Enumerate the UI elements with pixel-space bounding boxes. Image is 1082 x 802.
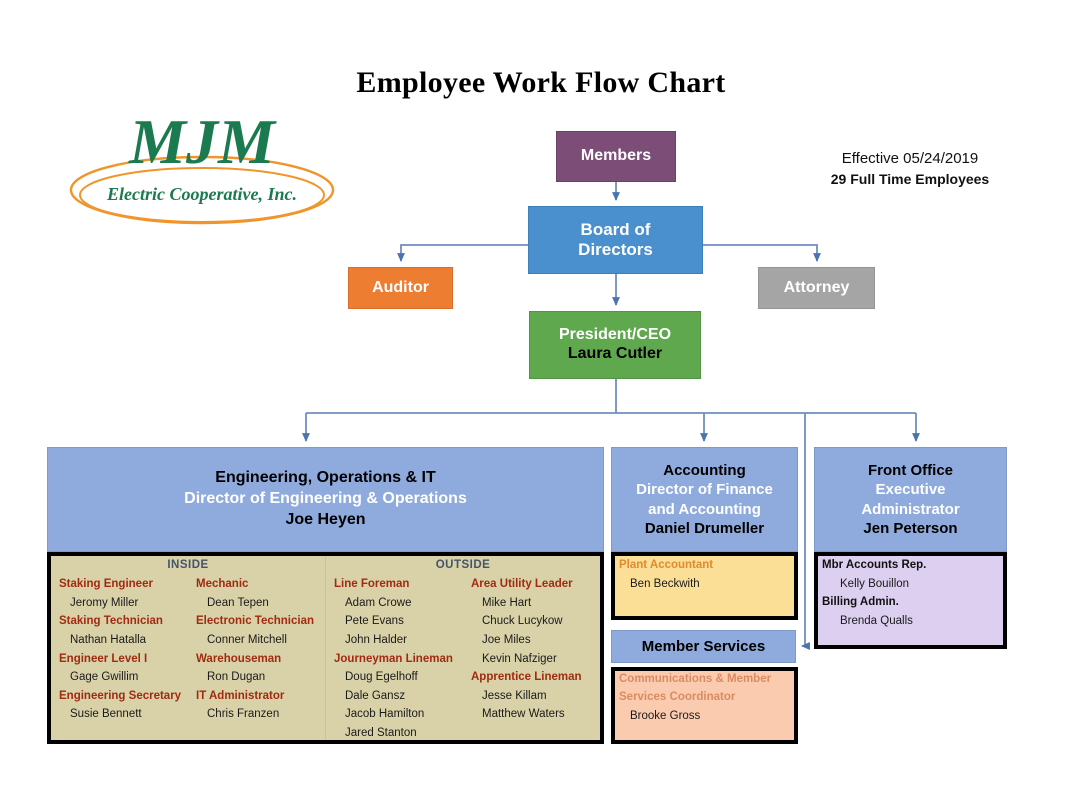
role-title: Line Foreman — [334, 578, 410, 590]
node-auditor[interactable]: Auditor — [348, 267, 453, 309]
staff-name: Pete Evans — [345, 615, 404, 628]
role-title: Journeyman Lineman — [334, 652, 453, 665]
node-attorney[interactable]: Attorney — [758, 267, 875, 309]
node-member-services-label: Member Services — [641, 637, 766, 655]
company-logo: MJM Electric Cooperative, Inc. — [62, 108, 342, 230]
dept-engineering-staff-panel: INSIDE Staking Engineer Jeromy Miller St… — [47, 552, 604, 744]
outside-header: OUTSIDE — [435, 559, 491, 571]
staff-name: Nathan Hatalla — [70, 633, 147, 646]
role-title: Area Utility Leader — [471, 578, 573, 590]
node-ceo-name: Laura Cutler — [567, 345, 663, 362]
staff-name: Dean Tepen — [207, 596, 269, 609]
staff-name: Doug Egelhoff — [345, 671, 418, 684]
node-ceo-title: President/CEO — [558, 326, 672, 344]
node-attorney-label: Attorney — [783, 278, 850, 296]
node-auditor-label: Auditor — [372, 278, 429, 296]
dept-front-office-staff-panel: Mbr Accounts Rep. Kelly Bouillon Billing… — [814, 552, 1007, 649]
staff-name: Chris Franzen — [207, 708, 280, 721]
dept-engineering-header[interactable]: Engineering, Operations & IT Director of… — [47, 447, 604, 552]
node-board-label-line1: Board of — [580, 219, 651, 239]
staff-name: Dale Gansz — [345, 689, 406, 702]
page-title: Employee Work Flow Chart — [356, 66, 726, 99]
dept-engineering-role: Director of Engineering & Operations — [184, 490, 467, 508]
staff-name: Susie Bennett — [70, 708, 142, 721]
outside-column-1: Line Foreman Adam Crowe Pete Evans John … — [326, 575, 463, 743]
staff-name: Ben Beckwith — [630, 577, 700, 590]
outside-column-2: Area Utility Leader Mike Hart Chuck Lucy… — [463, 575, 600, 743]
dept-front-office-title: Front Office — [868, 461, 953, 479]
role-title: Billing Admin. — [822, 596, 899, 609]
node-members-label: Members — [580, 147, 652, 165]
staff-name: Mike Hart — [482, 596, 532, 609]
staff-name: Ron Dugan — [207, 671, 266, 684]
inside-section: INSIDE Staking Engineer Jeromy Miller St… — [51, 556, 326, 740]
dept-accounting-staff-panel: Plant Accountant Ben Beckwith — [611, 552, 798, 620]
role-title-line1: Communications & Member — [619, 673, 772, 685]
role-title-line2: Services Coordinator — [619, 690, 736, 703]
staff-name: Kelly Bouillon — [840, 577, 910, 590]
inside-column-1: Staking Engineer Jeromy Miller Staking T… — [51, 575, 188, 724]
staff-name: Kevin Nafziger — [482, 652, 557, 665]
dept-engineering-title: Engineering, Operations & IT — [215, 469, 436, 487]
staff-name: Jeromy Miller — [70, 596, 139, 609]
dept-front-office-name: Jen Peterson — [863, 520, 958, 537]
dept-accounting-role-line2: and Accounting — [648, 500, 761, 518]
role-title: Warehouseman — [196, 652, 282, 665]
node-members[interactable]: Members — [556, 131, 676, 182]
staff-name: Jacob Hamilton — [345, 708, 425, 721]
node-board-label-line2: Directors — [578, 240, 653, 259]
role-title: IT Administrator — [196, 689, 285, 702]
dept-accounting-header[interactable]: Accounting Director of Finance and Accou… — [611, 447, 798, 552]
outside-section: OUTSIDE Line Foreman Adam Crowe Pete Eva… — [326, 556, 600, 740]
inside-header: INSIDE — [167, 559, 209, 571]
role-title: Plant Accountant — [619, 559, 714, 571]
role-title: Engineer Level I — [59, 652, 148, 665]
role-title: Staking Engineer — [59, 578, 153, 590]
staff-name: Gage Gwillim — [70, 671, 139, 684]
dept-front-office-header[interactable]: Front Office Executive Administrator Jen… — [814, 447, 1007, 552]
dept-accounting-name: Daniel Drumeller — [644, 520, 765, 537]
staff-name: Chuck Lucykow — [482, 615, 563, 628]
staff-name: Adam Crowe — [345, 596, 412, 609]
node-president-ceo[interactable]: President/CEO Laura Cutler — [529, 311, 701, 379]
role-title: Engineering Secretary — [59, 689, 182, 702]
logo-tagline: Electric Cooperative, Inc. — [107, 184, 297, 204]
staff-name: Brenda Qualls — [840, 614, 913, 627]
staff-name: Joe Miles — [482, 633, 531, 646]
role-title: Apprentice Lineman — [471, 671, 582, 684]
dept-accounting-title: Accounting — [663, 461, 746, 479]
staff-name: Jesse Killam — [482, 689, 547, 702]
employee-count: 29 Full Time Employees — [830, 171, 990, 187]
node-member-services[interactable]: Member Services — [611, 630, 796, 663]
role-title: Mechanic — [196, 578, 249, 590]
staff-name: Brooke Gross — [630, 709, 701, 722]
effective-note: Effective 05/24/2019 29 Full Time Employ… — [790, 150, 1030, 187]
staff-name: Jared Stanton — [345, 727, 417, 739]
logo-wordmark: MJM — [129, 106, 275, 177]
chart-canvas: Employee Work Flow Chart MJM Electric Co… — [0, 0, 1082, 802]
inside-column-2: Mechanic Dean Tepen Electronic Technicia… — [188, 575, 325, 724]
node-board-of-directors[interactable]: Board of Directors — [528, 206, 703, 274]
effective-date: Effective 05/24/2019 — [841, 150, 979, 167]
staff-name: Matthew Waters — [482, 708, 565, 721]
staff-name: Conner Mitchell — [207, 633, 287, 646]
role-title: Mbr Accounts Rep. — [822, 559, 927, 571]
dept-front-office-role-line2: Administrator — [861, 500, 960, 518]
role-title: Electronic Technician — [196, 615, 315, 628]
staff-name: John Halder — [345, 633, 408, 646]
role-title: Staking Technician — [59, 615, 163, 628]
dept-accounting-role-line1: Director of Finance — [636, 481, 773, 498]
dept-engineering-name: Joe Heyen — [285, 510, 366, 528]
dept-front-office-role-line1: Executive — [875, 481, 946, 498]
dept-member-services-staff-panel: Communications & Member Services Coordin… — [611, 667, 798, 744]
